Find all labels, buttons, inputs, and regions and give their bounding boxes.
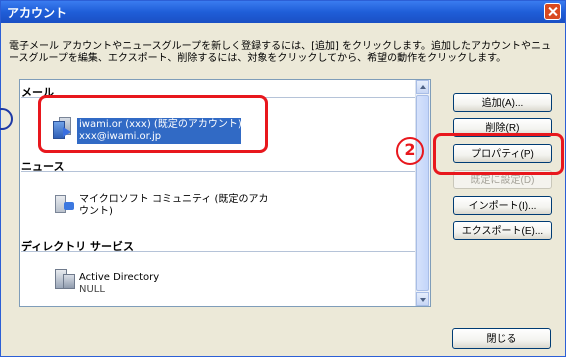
scroll-down-icon[interactable]: [416, 292, 429, 306]
accounts-dialog: アカウント 電子メール アカウントやニュースグループを新しく登録するには、[追加…: [0, 0, 566, 357]
scroll-up-icon[interactable]: [416, 80, 429, 94]
instructions-text: 電子メール アカウントやニュースグループを新しく登録するには、[追加] をクリッ…: [9, 41, 552, 64]
newsgroup-icon: [55, 193, 75, 215]
add-button[interactable]: 追加(A)...: [453, 93, 552, 112]
step-badge: 2: [396, 133, 424, 165]
news-account-name[interactable]: マイクロソフト コミュニティ (既定のアカ: [79, 194, 268, 206]
close-window-icon[interactable]: [544, 3, 561, 20]
scroll-thumb[interactable]: [416, 95, 429, 291]
highlight-mail-account: [38, 95, 268, 153]
import-button[interactable]: インポート(I)...: [453, 196, 552, 215]
window-title: アカウント: [7, 6, 68, 20]
export-button[interactable]: エクスポート(E)...: [453, 221, 552, 240]
directory-service-icon: [55, 269, 75, 291]
title-bar[interactable]: アカウント: [1, 1, 565, 23]
directory-subtitle: NULL: [79, 284, 105, 295]
step-number: 2: [396, 137, 424, 165]
group-divider: [21, 251, 415, 252]
highlight-properties-button: [433, 133, 564, 175]
group-divider: [21, 171, 415, 172]
directory-name[interactable]: Active Directory: [79, 272, 159, 284]
news-account-name-cont: ウント): [79, 206, 113, 217]
close-button[interactable]: 閉じる: [452, 328, 551, 349]
list-scrollbar[interactable]: [415, 80, 430, 306]
